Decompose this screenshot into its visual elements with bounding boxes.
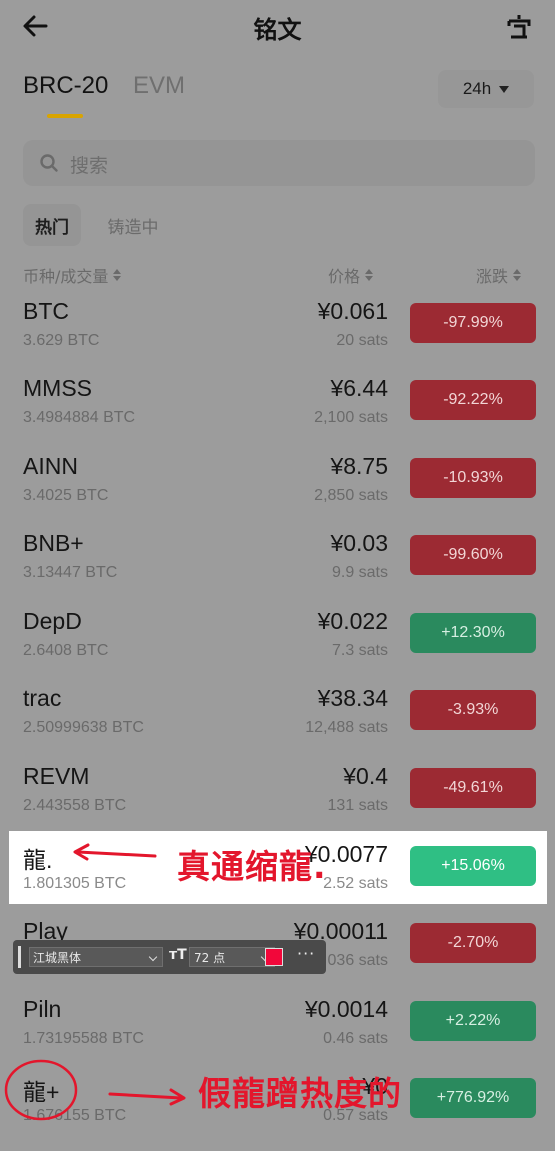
change-badge: -10.93% <box>410 458 536 498</box>
coin-symbol: Piln <box>23 996 62 1022</box>
table-row[interactable]: BTC 3.629 BTC ¥0.061 20 sats -97.99% <box>0 298 555 376</box>
text-size-icon: ᴛT <box>169 947 187 963</box>
change-badge: +12.30% <box>410 613 536 653</box>
change-badge: -99.60% <box>410 535 536 575</box>
coin-sats: 7.3 sats <box>331 642 388 659</box>
coin-sats: 2,100 sats <box>314 409 388 426</box>
coin-sats: 036 sats <box>327 952 388 969</box>
coin-symbol: BTC <box>23 298 69 324</box>
search-icon <box>40 154 58 172</box>
table-row[interactable]: AINN 3.4025 BTC ¥8.75 2,850 sats -10.93% <box>0 453 555 531</box>
coin-sats: 131 sats <box>327 797 388 814</box>
more-options-icon[interactable]: ··· <box>297 944 315 963</box>
coin-symbol: AINN <box>23 453 78 479</box>
filter-hot[interactable]: 热门 <box>23 204 81 246</box>
table-row[interactable]: REVM 2.443558 BTC ¥0.4 131 sats -49.61% <box>0 763 555 841</box>
coin-sats: 12,488 sats <box>305 719 388 736</box>
table-row[interactable]: Piln 1.73195588 BTC ¥0.0014 0.46 sats +2… <box>0 996 555 1074</box>
table-row[interactable]: DepD 2.6408 BTC ¥0.022 7.3 sats +12.30% <box>0 608 555 686</box>
change-badge: -3.93% <box>410 690 536 730</box>
coin-symbol: REVM <box>23 763 90 789</box>
change-badge: -2.70% <box>410 923 536 963</box>
coin-volume: 3.4025 BTC <box>23 487 109 504</box>
sort-icon <box>513 269 522 281</box>
sort-icon <box>365 269 374 281</box>
change-badge: -49.61% <box>410 768 536 808</box>
coin-price: ¥0.022 <box>317 608 388 634</box>
coin-price: ¥0.061 <box>317 298 388 324</box>
change-badge: -97.99% <box>410 303 536 343</box>
coin-volume: 1.801305 BTC <box>23 875 127 892</box>
coin-sats: 0.46 sats <box>323 1030 388 1047</box>
active-tab-indicator <box>47 114 83 118</box>
text-editor-toolbar[interactable]: 江城黑体 ᴛT 72 点 ··· <box>13 940 326 974</box>
table-row[interactable]: MMSS 3.4984884 BTC ¥6.44 2,100 sats -92.… <box>0 375 555 453</box>
wallet-icon[interactable] <box>505 12 533 40</box>
coin-sats: 20 sats <box>336 332 388 349</box>
coin-sats: 2.52 sats <box>323 875 388 892</box>
coin-price: ¥0.0014 <box>304 996 388 1022</box>
column-price[interactable]: 价格 <box>328 263 374 287</box>
coin-sats: 2,850 sats <box>314 487 388 504</box>
annotation-fake: 假龍蹭热度的 <box>198 1074 402 1113</box>
tab-brc20[interactable]: BRC-20 <box>23 72 108 100</box>
coin-volume: 2.50999638 BTC <box>23 719 144 736</box>
coin-volume: 3.4984884 BTC <box>23 409 136 426</box>
coin-symbol: trac <box>23 685 62 711</box>
change-badge: +776.92% <box>410 1078 536 1118</box>
annotation-real: 真通缩龍. <box>177 847 327 886</box>
coin-sats: 9.9 sats <box>331 564 388 581</box>
coin-volume: 3.629 BTC <box>23 332 100 349</box>
coin-symbol: 龍. <box>23 847 53 873</box>
search-bar[interactable]: 搜索 <box>23 140 535 186</box>
table-row[interactable]: BNB+ 3.13447 BTC ¥0.03 9.9 sats -99.60% <box>0 530 555 608</box>
color-swatch[interactable] <box>265 948 283 966</box>
tab-evm[interactable]: EVM <box>133 72 185 100</box>
font-family-select[interactable]: 江城黑体 <box>29 947 163 967</box>
coin-symbol: DepD <box>23 608 82 634</box>
column-change[interactable]: 涨跌 <box>476 263 522 287</box>
red-circle-annotation <box>4 1059 78 1121</box>
search-placeholder: 搜索 <box>70 155 109 177</box>
sort-icon <box>113 269 122 281</box>
table-row[interactable]: trac 2.50999638 BTC ¥38.34 12,488 sats -… <box>0 685 555 763</box>
coin-symbol: MMSS <box>23 375 92 401</box>
red-arrow-icon <box>73 843 157 861</box>
red-arrow-icon <box>108 1088 186 1106</box>
change-badge: -92.22% <box>410 380 536 420</box>
coin-price: ¥38.34 <box>317 685 388 711</box>
change-badge: +15.06% <box>410 846 536 886</box>
period-value: 24h <box>462 79 492 98</box>
coin-price: ¥0.4 <box>343 763 388 789</box>
change-badge: +2.22% <box>410 1001 536 1041</box>
filter-minting[interactable]: 铸造中 <box>95 204 171 246</box>
coin-symbol: BNB+ <box>23 530 84 556</box>
coin-volume: 1.73195588 BTC <box>23 1030 144 1047</box>
column-coin-volume[interactable]: 币种/成交量 <box>23 263 122 287</box>
toolbar-drag-handle[interactable] <box>18 946 21 968</box>
coin-price: ¥0.03 <box>330 530 388 556</box>
period-dropdown[interactable]: 24h <box>438 70 534 108</box>
coin-volume: 2.443558 BTC <box>23 797 127 814</box>
coin-price: ¥6.44 <box>330 375 388 401</box>
caret-down-icon <box>499 85 510 93</box>
coin-price: ¥8.75 <box>330 453 388 479</box>
page-title: 铭文 <box>253 16 302 44</box>
coin-volume: 3.13447 BTC <box>23 564 118 581</box>
coin-volume: 2.6408 BTC <box>23 642 109 659</box>
